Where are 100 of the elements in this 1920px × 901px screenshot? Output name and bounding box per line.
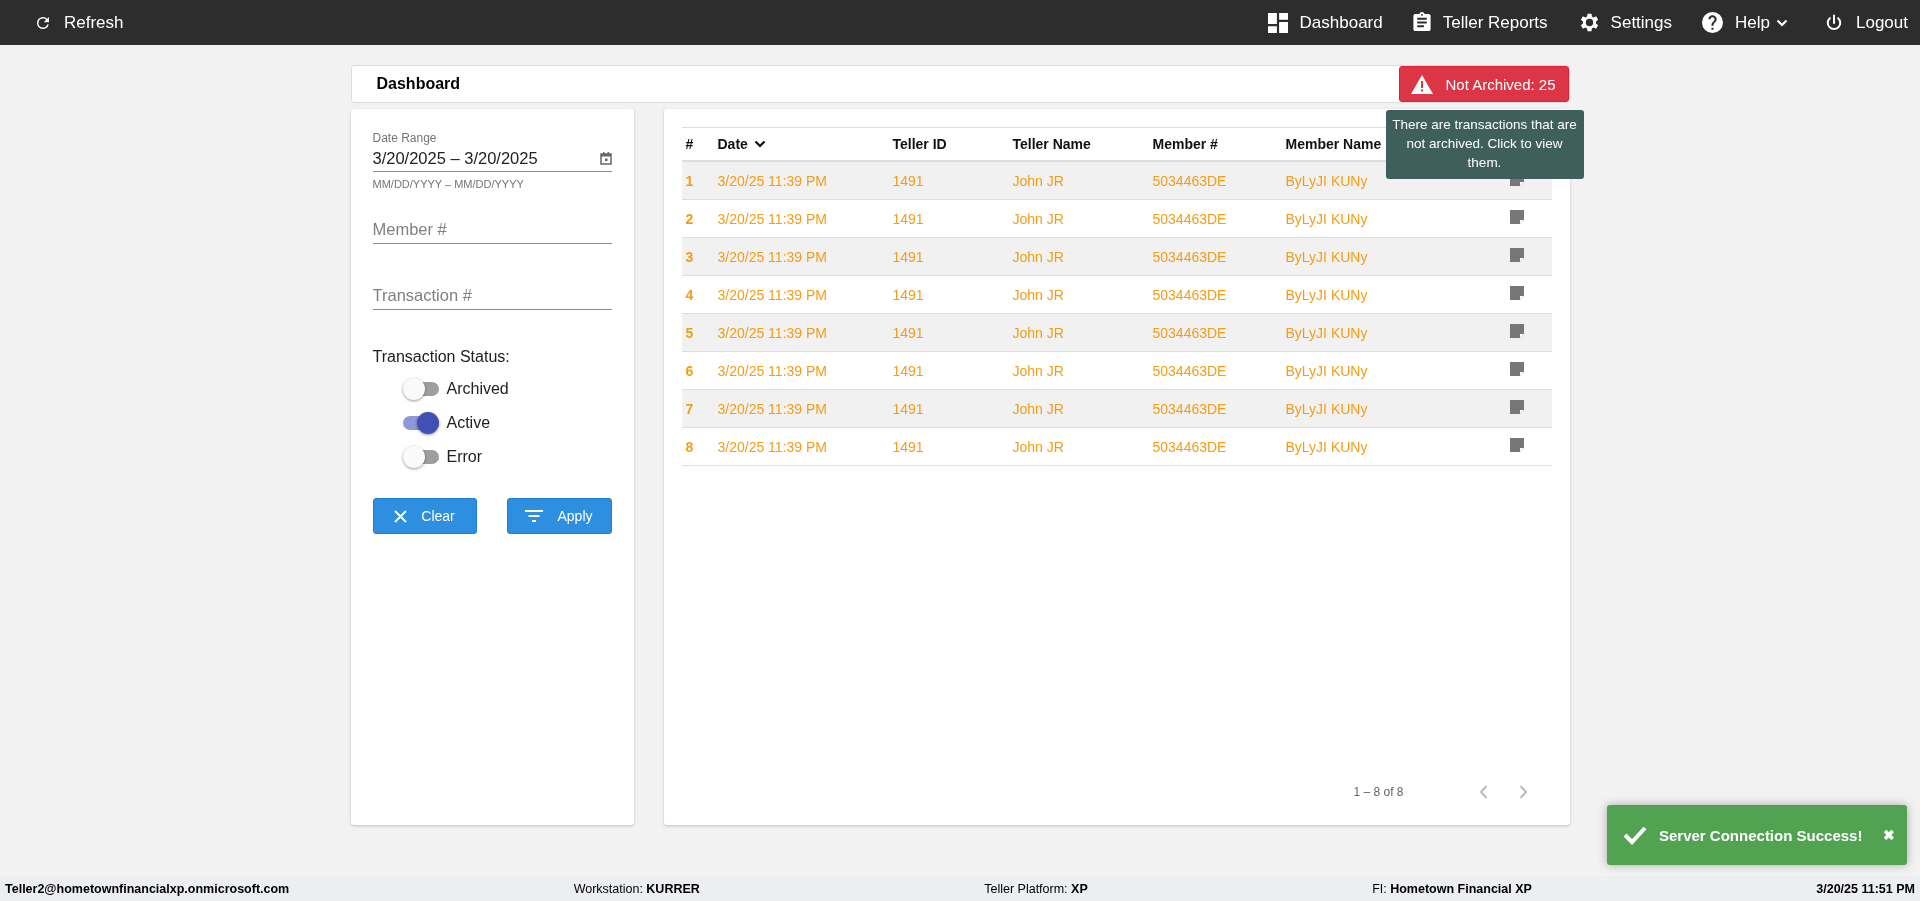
toggle-switch[interactable] <box>402 412 439 434</box>
table-cell: ByLyJI KUNy <box>1285 210 1368 227</box>
note-icon[interactable] <box>1509 286 1524 300</box>
clipboard-icon <box>1412 12 1431 33</box>
table-cell: John JR <box>1012 362 1064 379</box>
user-email: Teller2@hometownfinancialxp.onmicrosoft.com <box>5 881 290 896</box>
note-icon[interactable] <box>1509 362 1524 376</box>
pagination-range: 1 – 8 of 8 <box>1353 785 1404 799</box>
table-cell: 5034463DE <box>1152 324 1227 341</box>
toggle-label: Archived <box>446 380 509 398</box>
tooltip: There are transactions that are not archived. Click to view them. <box>1385 110 1584 179</box>
table-cell: 2 <box>685 210 694 227</box>
close-icon <box>394 509 408 523</box>
note-icon[interactable] <box>1509 400 1524 414</box>
table-cell: John JR <box>1012 172 1064 189</box>
toggle-switch[interactable] <box>402 446 439 468</box>
sort-down-icon <box>753 140 766 148</box>
nav-link[interactable]: Teller Reports <box>1412 6 1548 39</box>
table-cell: ByLyJI KUNy <box>1285 286 1368 303</box>
table-cell: 3 <box>685 248 694 265</box>
text-field[interactable]: Transaction # <box>372 282 612 310</box>
text-field[interactable]: Member # <box>372 216 612 244</box>
table-cell: 3/20/25 11:39 PM <box>717 362 827 379</box>
table-cell: John JR <box>1012 400 1064 417</box>
table-cell: ByLyJI KUNy <box>1285 438 1368 455</box>
table-cell: 5034463DE <box>1152 172 1227 189</box>
table-cell: 1491 <box>892 362 924 379</box>
table-cell: 4 <box>685 286 694 303</box>
nav-link[interactable]: Help <box>1702 6 1788 39</box>
filter-icon <box>525 510 544 522</box>
table-cell: 1491 <box>892 324 924 341</box>
table-cell: 3/20/25 11:39 PM <box>717 324 827 341</box>
date-range-field[interactable]: 3/20/2025 – 3/20/2025 <box>372 145 612 172</box>
column-header: # <box>685 136 694 152</box>
clock: 3/20/25 11:51 PM <box>1816 881 1915 896</box>
nav-link[interactable]: Settings <box>1577 6 1673 39</box>
column-header: Member # <box>1152 136 1218 152</box>
table-cell: ByLyJI KUNy <box>1285 172 1368 189</box>
warning-icon <box>1411 74 1434 94</box>
table-cell: ByLyJI KUNy <box>1285 400 1368 417</box>
table-cell: 3/20/25 11:39 PM <box>717 438 827 455</box>
note-icon[interactable] <box>1509 324 1524 338</box>
column-header: Teller Name <box>1012 136 1091 152</box>
not-archived-button[interactable]: Not Archived: 25 <box>1398 66 1569 102</box>
status-field: Workstation: KURRER <box>573 881 700 896</box>
table-cell: 5034463DE <box>1152 286 1227 303</box>
table-cell: 3/20/25 11:39 PM <box>717 286 827 303</box>
table-cell: 1491 <box>892 248 924 265</box>
table-cell: 1491 <box>892 172 924 189</box>
chevron-left-icon <box>1479 785 1488 799</box>
date-format-hint: MM/DD/YYYY – MM/DD/YYYY <box>372 178 525 190</box>
table-cell: John JR <box>1012 324 1064 341</box>
table-cell: 3/20/25 11:39 PM <box>717 210 827 227</box>
table-cell: 1491 <box>892 400 924 417</box>
chevron-down-icon <box>1776 18 1788 27</box>
success-toast: Server Connection Success! ✖ <box>1607 805 1907 865</box>
table-cell: 5034463DE <box>1152 210 1227 227</box>
table-cell: ByLyJI KUNy <box>1285 324 1368 341</box>
help-icon <box>1702 12 1724 33</box>
table-cell: 3/20/25 11:39 PM <box>717 248 827 265</box>
table-cell: 1491 <box>892 286 924 303</box>
note-icon[interactable] <box>1509 210 1524 224</box>
table-cell: John JR <box>1012 438 1064 455</box>
table-cell: ByLyJI KUNy <box>1285 248 1368 265</box>
toggle-switch[interactable] <box>402 378 439 400</box>
table-cell: 6 <box>685 362 694 379</box>
nav-link[interactable]: Logout <box>1824 6 1908 39</box>
table-cell: 5034463DE <box>1152 438 1227 455</box>
status-field: FI: Hometown Financial XP <box>1372 881 1532 896</box>
table-cell: ByLyJI KUNy <box>1285 362 1368 379</box>
toggle-label: Active <box>446 414 491 432</box>
power-icon <box>1824 12 1844 33</box>
table-cell: 1491 <box>892 438 924 455</box>
table-cell: 5034463DE <box>1152 362 1227 379</box>
table-cell: 3/20/25 11:39 PM <box>717 172 827 189</box>
dashboard-icon <box>1267 12 1288 33</box>
column-header[interactable]: Date <box>717 136 766 152</box>
table-cell: 5034463DE <box>1152 248 1227 265</box>
toggle-label: Error <box>446 448 483 466</box>
table-cell: 3/20/25 11:39 PM <box>717 400 827 417</box>
status-label: Transaction Status: <box>372 348 511 366</box>
note-icon[interactable] <box>1509 248 1524 262</box>
refresh-button[interactable]: Refresh <box>34 6 124 39</box>
column-header: Member Name <box>1285 136 1382 152</box>
field-label: Date Range <box>372 131 438 145</box>
table-cell: John JR <box>1012 286 1064 303</box>
page-title: Dashboard <box>376 75 461 93</box>
table-cell: 1 <box>685 172 694 189</box>
table-cell: 8 <box>685 438 694 455</box>
table-cell: 7 <box>685 400 694 417</box>
table-cell: 5034463DE <box>1152 400 1227 417</box>
table-cell: John JR <box>1012 248 1064 265</box>
checkmark-icon <box>1623 825 1647 845</box>
note-icon[interactable] <box>1509 438 1524 452</box>
nav-link[interactable]: Dashboard <box>1267 6 1383 39</box>
calendar-icon <box>599 151 612 165</box>
table-cell: 5 <box>685 324 694 341</box>
column-header: Teller ID <box>892 136 947 152</box>
table-cell: John JR <box>1012 210 1064 227</box>
table-cell: 1491 <box>892 210 924 227</box>
